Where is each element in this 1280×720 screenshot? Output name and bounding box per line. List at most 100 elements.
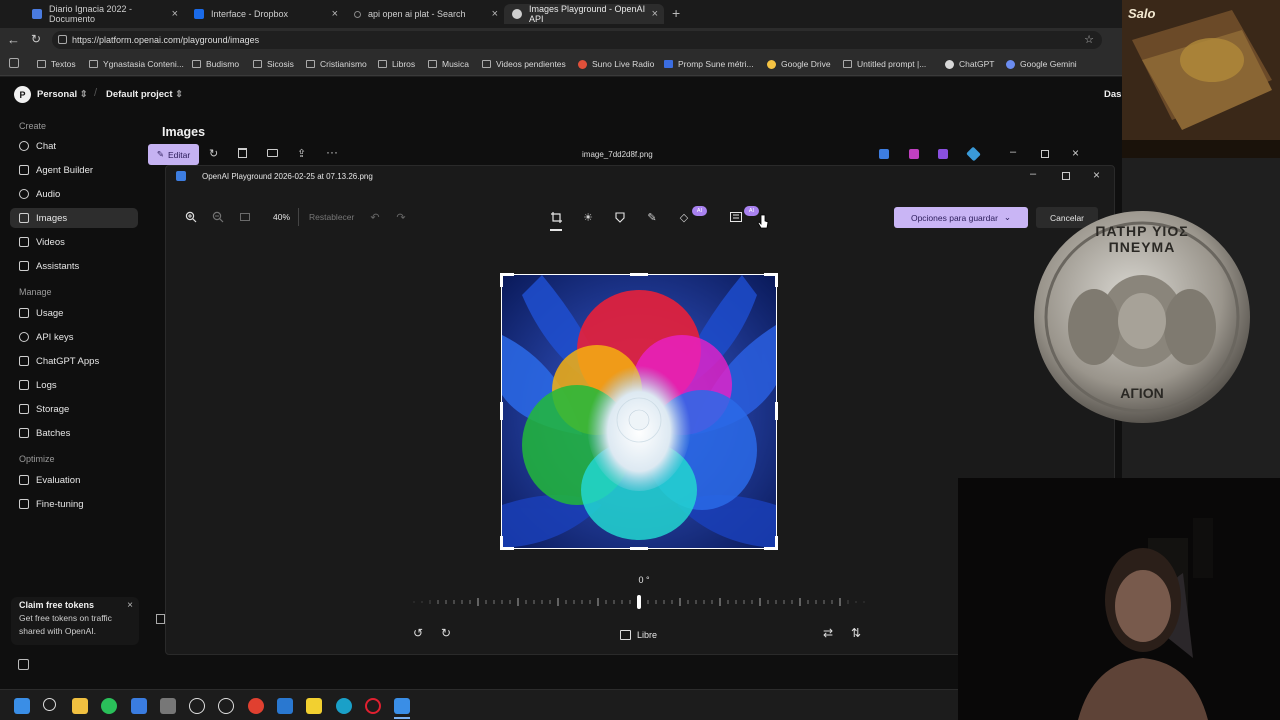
sidebar-item-fine-tuning[interactable]: Fine-tuning	[10, 494, 138, 514]
markup-icon[interactable]: ✎	[644, 209, 660, 225]
bookmark-google-drive[interactable]: Google Drive	[767, 57, 831, 71]
close-icon[interactable]: ×	[492, 8, 498, 20]
zoom-out-icon[interactable]	[210, 209, 226, 225]
browser-tab-dropbox[interactable]: Interface - Dropbox ×	[186, 4, 344, 24]
rotate-icon[interactable]: ↻	[209, 147, 218, 160]
back-icon[interactable]: ←	[7, 32, 20, 47]
bookmark-google-gemini[interactable]: Google Gemini	[1006, 57, 1077, 71]
opera-icon[interactable]	[365, 698, 381, 714]
bookmark-chatgpt[interactable]: ChatGPT	[945, 57, 994, 71]
close-icon[interactable]: ×	[1093, 168, 1100, 182]
crop-handle-right[interactable]	[775, 402, 778, 420]
crop-handle-left[interactable]	[500, 402, 503, 420]
crop-frame[interactable]	[501, 274, 777, 549]
sidebar-item-agent-builder[interactable]: Agent Builder	[10, 160, 138, 180]
photos-app-icon[interactable]	[879, 149, 889, 159]
print-icon[interactable]	[267, 149, 278, 157]
org-switcher[interactable]: Personal ⇕	[37, 89, 88, 100]
maximize-icon[interactable]	[1062, 172, 1070, 180]
photos-taskbar-icon[interactable]	[394, 698, 410, 714]
zoom-level[interactable]: 40%	[273, 212, 290, 222]
new-tab-icon[interactable]: +	[672, 5, 680, 21]
bookmark-textos[interactable]: Textos	[37, 57, 76, 71]
flip-horizontal-icon[interactable]: ⇄	[823, 626, 833, 640]
crop-handle-top-left[interactable]	[500, 273, 514, 287]
project-switcher[interactable]: Default project ⇕	[106, 89, 183, 100]
reset-button[interactable]: Restablecer	[309, 212, 354, 222]
close-icon[interactable]: ×	[127, 600, 133, 611]
sidebar-item-images[interactable]: Images	[10, 208, 138, 228]
store-icon[interactable]	[131, 698, 147, 714]
bookmark-ygnastasia[interactable]: Ygnastasia Conteni...	[89, 57, 184, 71]
sidebar-item-chatgpt-apps[interactable]: ChatGPT Apps	[10, 351, 138, 371]
obs-icon[interactable]	[218, 698, 234, 714]
chatgpt-icon[interactable]	[189, 698, 205, 714]
vscode-icon[interactable]	[277, 698, 293, 714]
trash-icon[interactable]	[238, 148, 247, 158]
bookmark-star-icon[interactable]: ☆	[1084, 33, 1094, 46]
bookmark-untitled-prompt[interactable]: Untitled prompt |...	[843, 57, 926, 71]
bookmark-musica[interactable]: Musica	[428, 57, 469, 71]
edit-button[interactable]: ✎ Editar	[148, 144, 199, 165]
browser-tab-playground[interactable]: Images Playground - OpenAI API ×	[504, 4, 664, 24]
claim-tokens-card[interactable]: Claim free tokens Get free tokens on tra…	[11, 597, 139, 645]
crop-handle-bottom-right[interactable]	[764, 536, 778, 550]
app-icon[interactable]	[160, 698, 176, 714]
save-options-button[interactable]: Opciones para guardar ⌄	[894, 207, 1028, 228]
site-info-icon[interactable]	[58, 35, 67, 44]
background-blur-icon[interactable]	[728, 209, 744, 225]
clipchamp-icon[interactable]	[909, 149, 919, 159]
sidebar-item-storage[interactable]: Storage	[10, 399, 138, 419]
browser-tab-docs[interactable]: Diario Ignacia 2022 - Documento ×	[24, 4, 184, 24]
crop-handle-top-right[interactable]	[764, 273, 778, 287]
chrome-icon[interactable]	[248, 698, 264, 714]
minimize-icon[interactable]: –	[1030, 168, 1036, 180]
bookmark-budismo[interactable]: Budismo	[192, 57, 239, 71]
crop-handle-bottom[interactable]	[630, 547, 648, 550]
sidebar-item-logs[interactable]: Logs	[10, 375, 138, 395]
flip-vertical-icon[interactable]: ⇅	[851, 626, 861, 640]
panel-icon[interactable]	[156, 614, 165, 624]
sidebar-item-usage[interactable]: Usage	[10, 303, 138, 323]
paint-icon[interactable]	[966, 146, 981, 162]
zoom-in-icon[interactable]	[183, 209, 199, 225]
apps-icon[interactable]	[9, 58, 19, 68]
sidebar-item-assistants[interactable]: Assistants	[10, 256, 138, 276]
bookmark-promp[interactable]: Promp Sune métri...	[664, 57, 754, 71]
browser-tab-search[interactable]: api open ai plat - Search ×	[346, 4, 504, 24]
close-icon[interactable]: ×	[332, 8, 338, 20]
sidebar-toggle-icon[interactable]	[18, 659, 29, 670]
crop-icon[interactable]	[548, 209, 564, 225]
redo-icon[interactable]: ↷	[393, 209, 409, 225]
url-input[interactable]: https://platform.openai.com/playground/i…	[52, 31, 1102, 49]
sidebar-item-batches[interactable]: Batches	[10, 423, 138, 443]
aspect-ratio-button[interactable]: Libre	[620, 628, 657, 642]
search-icon[interactable]	[43, 698, 56, 711]
bookmark-cristianismo[interactable]: Cristianismo	[306, 57, 367, 71]
erase-icon[interactable]: ◇	[676, 209, 692, 225]
bookmark-sicosis[interactable]: Sicosis	[253, 57, 294, 71]
whatsapp-icon[interactable]	[101, 698, 117, 714]
crop-handle-bottom-left[interactable]	[500, 536, 514, 550]
edge-icon[interactable]	[336, 698, 352, 714]
org-avatar[interactable]: P	[14, 86, 31, 103]
filter-icon[interactable]	[612, 209, 628, 225]
reload-icon[interactable]: ↻	[31, 32, 41, 46]
sidebar-item-audio[interactable]: Audio	[10, 184, 138, 204]
file-explorer-icon[interactable]	[72, 698, 88, 714]
windows-start-icon[interactable]	[14, 698, 30, 714]
sidebar-item-api-keys[interactable]: API keys	[10, 327, 138, 347]
sticky-notes-icon[interactable]	[306, 698, 322, 714]
undo-icon[interactable]: ↶	[367, 209, 383, 225]
maximize-icon[interactable]	[1041, 150, 1049, 158]
bookmark-suno[interactable]: Suno Live Radio	[578, 57, 654, 71]
designer-icon[interactable]	[938, 149, 948, 159]
fit-screen-icon[interactable]	[237, 209, 253, 225]
rotate-right-icon[interactable]: ↻	[441, 626, 451, 640]
bookmark-videos-pendientes[interactable]: Videos pendientes	[482, 57, 566, 71]
sidebar-item-videos[interactable]: Videos	[10, 232, 138, 252]
close-icon[interactable]: ×	[652, 8, 658, 20]
rotate-left-icon[interactable]: ↺	[413, 626, 423, 640]
brightness-icon[interactable]: ☀	[580, 209, 596, 225]
close-icon[interactable]: ×	[1072, 146, 1079, 160]
